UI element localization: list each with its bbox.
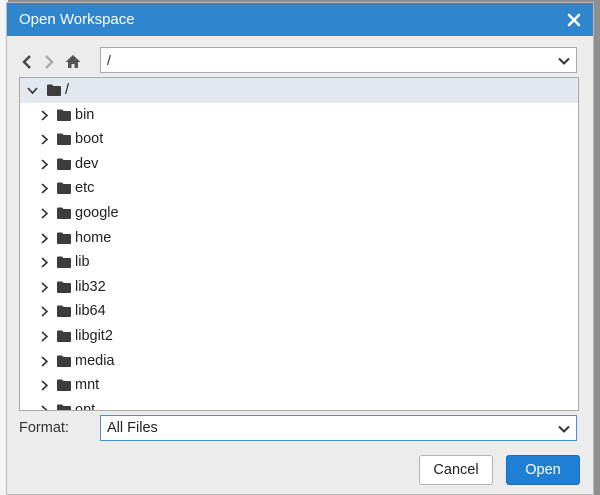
chevron-down-icon[interactable] bbox=[27, 85, 38, 96]
chevron-right-icon[interactable] bbox=[39, 355, 50, 367]
tree-row[interactable]: opt bbox=[20, 398, 578, 411]
folder-icon bbox=[57, 281, 71, 293]
folder-icon bbox=[57, 404, 71, 410]
close-icon[interactable] bbox=[565, 11, 583, 29]
tree-row[interactable]: libgit2 bbox=[20, 324, 578, 349]
chevron-right-icon[interactable] bbox=[39, 159, 50, 170]
tree-item-label: media bbox=[75, 352, 115, 369]
tree-item-label: lib64 bbox=[75, 303, 106, 320]
open-button[interactable]: Open bbox=[506, 455, 580, 485]
chevron-right-icon[interactable] bbox=[39, 208, 50, 219]
cancel-button[interactable]: Cancel bbox=[419, 455, 493, 485]
tree-item-label: lib bbox=[75, 254, 90, 271]
dialog-title: Open Workspace bbox=[19, 11, 135, 28]
path-value: / bbox=[107, 52, 111, 68]
tree-root-label: / bbox=[65, 82, 70, 98]
folder-icon bbox=[57, 379, 71, 392]
folder-icon bbox=[57, 182, 71, 195]
tree-item-label: lib32 bbox=[75, 278, 106, 295]
chevron-right-icon[interactable] bbox=[39, 109, 50, 121]
folder-icon bbox=[57, 109, 71, 121]
chevron-right-icon[interactable] bbox=[39, 331, 50, 342]
chevron-right-icon[interactable] bbox=[39, 53, 57, 71]
folder-icon bbox=[57, 256, 71, 269]
tree-row[interactable]: dev bbox=[20, 152, 578, 177]
tree-row[interactable]: lib32 bbox=[20, 275, 578, 300]
folder-tree[interactable]: / bin boot dev etc google home lib lib32 lib64 li… bbox=[19, 77, 579, 411]
format-select[interactable]: All Files bbox=[100, 415, 577, 441]
folder-icon bbox=[57, 207, 71, 219]
chevron-right-icon[interactable] bbox=[39, 183, 50, 194]
chevron-down-icon bbox=[558, 425, 570, 433]
tree-row[interactable]: etc bbox=[20, 176, 578, 201]
tree-row[interactable]: media bbox=[20, 349, 578, 374]
tree-item-label: libgit2 bbox=[75, 327, 113, 344]
folder-icon bbox=[57, 330, 71, 342]
open-workspace-dialog: Open Workspace / / bin boot dev etc goog… bbox=[6, 2, 594, 495]
tree-item-label: mnt bbox=[75, 377, 100, 394]
tree-row-root[interactable]: / bbox=[20, 78, 578, 103]
folder-icon bbox=[57, 232, 71, 244]
folder-icon bbox=[57, 305, 71, 318]
tree-item-label: dev bbox=[75, 155, 99, 172]
tree-item-label: google bbox=[75, 204, 119, 221]
path-select[interactable]: / bbox=[100, 47, 577, 73]
folder-icon bbox=[47, 84, 61, 96]
tree-row[interactable]: google bbox=[20, 201, 578, 226]
chevron-right-icon[interactable] bbox=[39, 380, 50, 391]
folder-icon bbox=[57, 158, 71, 170]
tree-row[interactable]: lib64 bbox=[20, 299, 578, 324]
tree-item-label: opt bbox=[75, 401, 96, 411]
tree-item-label: bin bbox=[75, 106, 95, 123]
chevron-right-icon[interactable] bbox=[39, 134, 50, 145]
tree-item-label: boot bbox=[75, 131, 104, 148]
chevron-right-icon[interactable] bbox=[39, 232, 50, 244]
dialog-titlebar: Open Workspace bbox=[7, 3, 593, 36]
format-label: Format: bbox=[19, 420, 69, 436]
chevron-right-icon[interactable] bbox=[39, 257, 50, 268]
home-icon[interactable] bbox=[64, 53, 82, 71]
tree-row[interactable]: mnt bbox=[20, 373, 578, 398]
chevron-down-icon bbox=[558, 57, 570, 65]
tree-row[interactable]: lib bbox=[20, 250, 578, 275]
tree-item-label: home bbox=[75, 229, 112, 246]
chevron-left-icon[interactable] bbox=[19, 53, 37, 71]
chevron-right-icon[interactable] bbox=[39, 405, 50, 411]
tree-item-label: etc bbox=[75, 180, 95, 197]
tree-row[interactable]: bin bbox=[20, 103, 578, 128]
tree-row[interactable]: home bbox=[20, 226, 578, 251]
format-value: All Files bbox=[107, 420, 158, 436]
folder-icon bbox=[57, 355, 71, 367]
chevron-right-icon[interactable] bbox=[39, 306, 50, 317]
tree-row[interactable]: boot bbox=[20, 127, 578, 152]
chevron-right-icon[interactable] bbox=[39, 282, 50, 293]
folder-icon bbox=[57, 133, 71, 146]
